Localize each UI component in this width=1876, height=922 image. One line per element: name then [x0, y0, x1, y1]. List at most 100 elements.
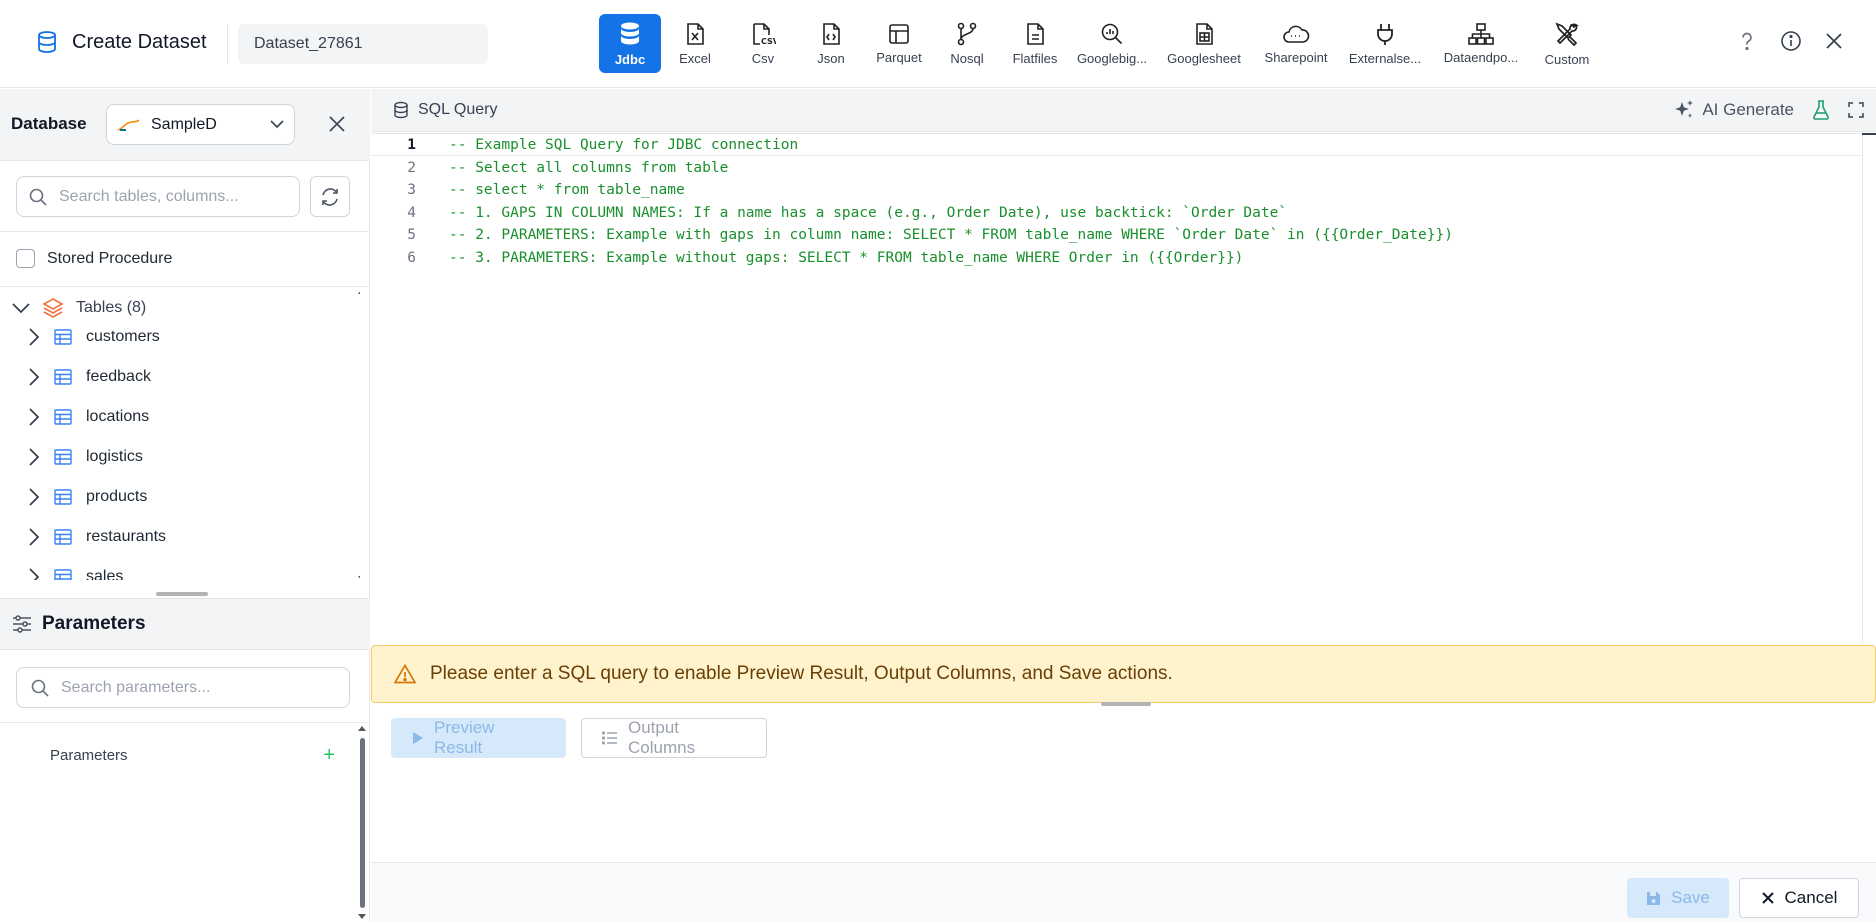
editor-line: 1 -- Example SQL Query for JDBC connecti…	[371, 133, 1861, 156]
output-columns-button[interactable]: Output Columns	[581, 718, 767, 758]
tab-label: Custom	[1544, 51, 1590, 67]
tab-dataendpoint[interactable]: Dataendpo...	[1431, 14, 1531, 73]
cancel-button[interactable]: Cancel	[1739, 878, 1859, 918]
table-item[interactable]: locations	[28, 402, 149, 432]
tab-flatfiles[interactable]: Flatfiles	[1001, 14, 1069, 73]
info-icon[interactable]	[1780, 30, 1802, 52]
table-icon	[54, 529, 72, 545]
close-icon[interactable]	[1824, 31, 1844, 51]
app-header: Create Dataset Jdbc Excel	[0, 0, 1876, 88]
chevron-right-icon	[28, 408, 40, 426]
tab-googlesheet[interactable]: Googlesheet	[1155, 14, 1253, 73]
excel-file-icon	[684, 22, 706, 46]
tables-root-node[interactable]: Tables (8)	[12, 298, 146, 318]
editor-line: 5 -- 2. PARAMETERS: Example with gaps in…	[371, 223, 1861, 246]
line-number: 5	[407, 226, 416, 243]
database-selector-row: Database SampleD	[0, 89, 370, 161]
ai-generate-button[interactable]: AI Generate	[1673, 99, 1794, 121]
tab-label: Parquet	[876, 49, 922, 65]
table-item[interactable]: customers	[28, 322, 160, 352]
search-icon	[31, 679, 49, 697]
code-text: -- Example SQL Query for JDBC connection	[449, 136, 799, 153]
table-name: logistics	[86, 448, 143, 465]
parameters-scrollbar[interactable]	[358, 724, 366, 922]
chevron-right-icon	[28, 568, 40, 580]
tab-excel[interactable]: Excel	[661, 14, 729, 73]
code-text: -- 3. PARAMETERS: Example without gaps: …	[449, 249, 1244, 266]
preview-result-label: Preview Result	[434, 718, 495, 757]
scroll-down-arrow-icon	[358, 914, 366, 919]
tab-parquet[interactable]: Parquet	[865, 14, 933, 73]
tab-sql-query[interactable]: SQL Query	[393, 101, 497, 119]
table-search-box	[16, 176, 300, 217]
play-icon	[412, 731, 424, 745]
table-item[interactable]: products	[28, 482, 147, 512]
line-number: 1	[407, 136, 416, 153]
flatfile-icon	[1024, 22, 1046, 46]
editor-toolbar: AI Generate	[1673, 99, 1864, 121]
refresh-button[interactable]	[310, 176, 350, 217]
tab-custom[interactable]: Custom	[1531, 14, 1603, 73]
chevron-right-icon	[28, 368, 40, 386]
table-item[interactable]: sales	[28, 562, 123, 580]
sql-query-label: SQL Query	[418, 101, 498, 118]
header-actions	[1736, 30, 1844, 52]
code-text: -- Select all columns from table	[449, 159, 729, 176]
table-item[interactable]: feedback	[28, 362, 151, 392]
sql-editor[interactable]: 1 -- Example SQL Query for JDBC connecti…	[371, 133, 1876, 643]
line-number: 4	[407, 204, 416, 221]
table-item[interactable]: logistics	[28, 442, 143, 472]
save-button[interactable]: Save	[1627, 878, 1729, 918]
tab-googlebigquery[interactable]: Googlebig...	[1069, 14, 1155, 73]
scrollbar-position-marker	[1862, 133, 1876, 135]
sparkles-icon	[1673, 99, 1695, 121]
editor-scrollbar[interactable]	[1862, 133, 1876, 643]
tab-jdbc[interactable]: Jdbc	[599, 14, 661, 73]
add-parameter-button[interactable]: +	[323, 745, 335, 765]
tab-externalservice[interactable]: Externalse...	[1339, 14, 1431, 73]
flask-icon[interactable]	[1812, 100, 1830, 120]
table-name: restaurants	[86, 528, 167, 545]
editor-line: 2 -- Select all columns from table	[371, 156, 1861, 179]
tab-csv[interactable]: CSV Csv	[729, 14, 797, 73]
list-icon	[602, 731, 618, 745]
scroll-up-arrow-icon	[358, 726, 366, 731]
scrollbar-thumb[interactable]	[360, 738, 365, 908]
tab-nosql[interactable]: Nosql	[933, 14, 1001, 73]
scroll-up-arrow-icon	[358, 291, 360, 294]
table-search-input[interactable]	[59, 187, 279, 206]
tab-label: Excel	[679, 50, 711, 66]
bigquery-icon	[1100, 22, 1124, 46]
parameters-search-input[interactable]	[61, 678, 281, 697]
sql-query-tabbar: SQL Query AI Generate	[371, 89, 1876, 132]
tab-sharepoint[interactable]: Sharepoint	[1253, 14, 1339, 73]
table-item[interactable]: restaurants	[28, 522, 166, 552]
line-number: 3	[407, 181, 416, 198]
main-panel: SQL Query AI Generate 1 -- Example SQL Q…	[371, 89, 1876, 922]
database-label: Database	[11, 114, 87, 133]
close-icon	[1761, 891, 1775, 905]
fullscreen-icon[interactable]	[1848, 102, 1864, 118]
nosql-branch-icon	[956, 22, 978, 46]
code-text: -- 2. PARAMETERS: Example with gaps in c…	[449, 226, 1453, 243]
preview-result-button[interactable]: Preview Result	[391, 718, 566, 758]
table-icon	[54, 569, 72, 580]
dataset-name-input[interactable]	[238, 24, 488, 64]
horizontal-scroll-thumb[interactable]	[156, 592, 208, 596]
csv-file-icon: CSV	[750, 22, 776, 46]
table-icon	[54, 329, 72, 345]
tables-scrollbar[interactable]	[358, 287, 360, 587]
stored-procedure-checkbox[interactable]	[16, 249, 35, 268]
database-select[interactable]: SampleD	[106, 104, 295, 145]
close-database-icon[interactable]	[328, 115, 346, 133]
split-resize-handle[interactable]	[1101, 702, 1151, 706]
help-icon[interactable]	[1736, 30, 1758, 52]
save-label: Save	[1671, 888, 1710, 907]
editor-line: 3 -- select * from table_name	[371, 178, 1861, 201]
database-value: SampleD	[151, 115, 217, 133]
tools-icon	[1554, 21, 1580, 47]
database-icon	[393, 101, 409, 119]
line-number: 2	[407, 159, 416, 176]
tab-label: Nosql	[950, 50, 984, 66]
tab-json[interactable]: Json	[797, 14, 865, 73]
